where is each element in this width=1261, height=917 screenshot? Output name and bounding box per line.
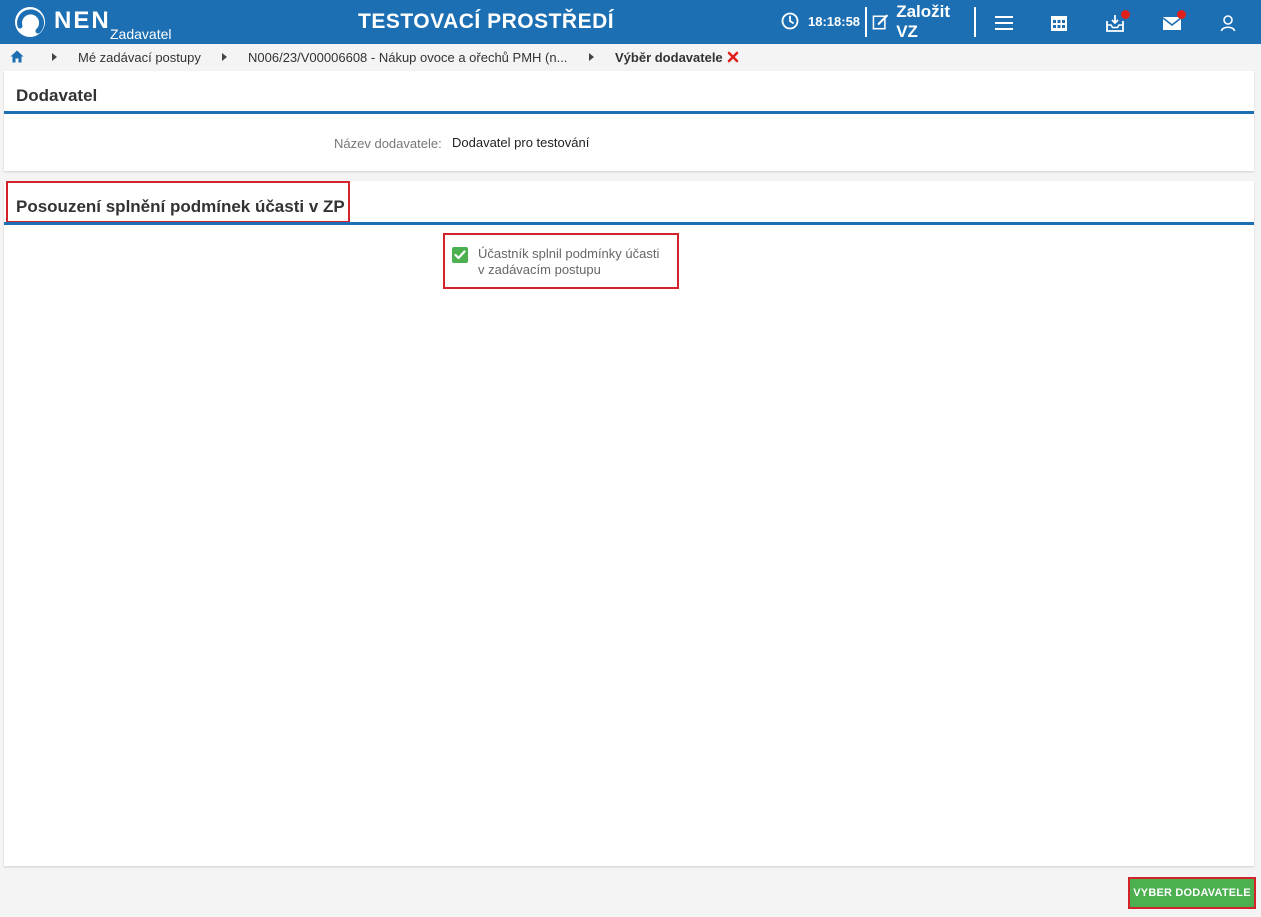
divider — [865, 7, 867, 37]
highlight-frame — [6, 181, 350, 223]
supplier-name-value: Dodavatel pro testování — [452, 135, 590, 150]
panel-divider — [4, 222, 1254, 225]
top-bar: NEN Zadavatel TESTOVACÍ PROSTŘEDÍ 18:18:… — [0, 0, 1261, 44]
conditions-met-label-line2: v zadávacím postupu — [478, 262, 601, 277]
brand-name: NEN — [54, 7, 111, 34]
panel-divider — [4, 111, 1254, 114]
mail-button[interactable] — [1158, 9, 1186, 37]
breadcrumb-item-procedure[interactable]: N006/23/V00006608 - Nákup ovoce a ořechů… — [248, 50, 567, 65]
conditions-panel: Posouzení splnění podmínek účasti v ZP Ú… — [4, 181, 1254, 866]
inbox-button[interactable] — [1101, 9, 1130, 37]
checkmark-icon — [454, 250, 466, 260]
session-time: 18:18:58 — [808, 14, 861, 29]
supplier-name-label: Název dodavatele: — [334, 136, 442, 151]
conditions-met-checkbox[interactable] — [452, 247, 468, 263]
menu-icon — [995, 16, 1013, 30]
breadcrumb-item-current: Výběr dodavatele — [615, 50, 723, 65]
breadcrumb-item-procedures[interactable]: Mé zadávací postupy — [78, 50, 201, 65]
user-icon — [1220, 15, 1236, 32]
supplier-panel: Dodavatel Název dodavatele: Dodavatel pr… — [4, 71, 1254, 171]
home-icon[interactable] — [10, 50, 24, 63]
notification-dot — [1121, 10, 1130, 19]
clock-icon — [781, 12, 799, 30]
edit-icon — [872, 14, 888, 30]
calendar-button[interactable] — [1045, 9, 1073, 37]
brand-subtitle: Zadavatel — [110, 26, 172, 42]
supplier-panel-title: Dodavatel — [16, 86, 98, 105]
environment-title: TESTOVACÍ PROSTŘEDÍ — [358, 10, 615, 33]
calendar-icon — [1051, 16, 1067, 31]
conditions-met-label: Účastník splnil podmínky účasti v zadáva… — [478, 246, 678, 278]
nen-logo-icon — [15, 7, 45, 37]
breadcrumb: Mé zadávací postupy N006/23/V00006608 - … — [0, 44, 1261, 71]
divider — [974, 7, 976, 37]
notification-dot — [1177, 10, 1186, 19]
chevron-right-icon — [52, 53, 57, 61]
conditions-met-label-line1: Účastník splnil podmínky účasti — [478, 246, 660, 261]
create-vz-button[interactable]: Založit VZ — [869, 2, 973, 41]
create-vz-label: Založit VZ — [896, 2, 951, 41]
user-button[interactable] — [1214, 9, 1242, 37]
menu-button[interactable] — [990, 9, 1018, 37]
chevron-right-icon — [589, 53, 594, 61]
chevron-right-icon — [222, 53, 227, 61]
select-supplier-button[interactable]: VYBER DODAVATELE — [1128, 877, 1256, 909]
close-icon[interactable] — [727, 51, 739, 63]
